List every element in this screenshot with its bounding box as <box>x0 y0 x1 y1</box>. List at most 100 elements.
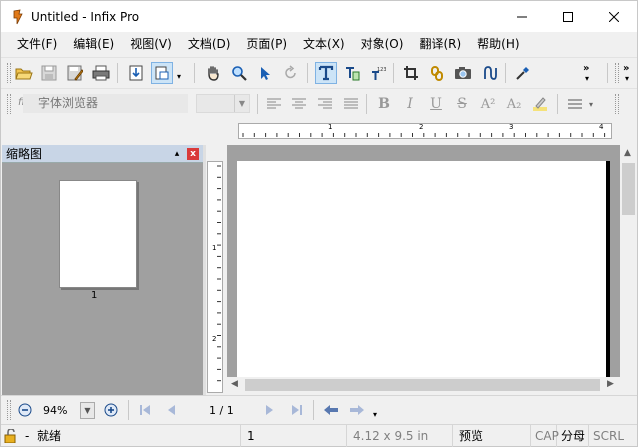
toolbar-chevron-down-icon[interactable]: ▾ <box>585 74 589 83</box>
zoom-tool-button[interactable] <box>228 62 250 84</box>
vertical-ruler[interactable]: 1 2 <box>207 161 223 393</box>
line-spacing-button[interactable] <box>564 93 586 115</box>
align-left-button[interactable] <box>263 93 285 115</box>
chevron-down-icon[interactable]: ▾ <box>589 100 593 109</box>
justify-button[interactable] <box>340 93 362 115</box>
minimize-button[interactable] <box>499 1 545 32</box>
first-page-button[interactable] <box>134 399 156 421</box>
link-button[interactable] <box>426 62 448 84</box>
menu-help[interactable]: 帮助(H) <box>469 32 527 57</box>
zoom-dropdown[interactable]: ▼ <box>80 402 95 419</box>
menu-edit[interactable]: 编辑(E) <box>65 32 122 57</box>
select-tool-button[interactable] <box>254 62 276 84</box>
menu-text[interactable]: 文本(X) <box>295 32 353 57</box>
superscript-button[interactable]: A² <box>477 93 499 115</box>
vertical-scroll-thumb[interactable] <box>622 163 635 215</box>
arrow-pointer-icon <box>261 67 270 80</box>
toolbar-grip[interactable] <box>7 94 11 114</box>
menu-document[interactable]: 文档(D) <box>180 32 239 57</box>
text-frame-button[interactable] <box>341 62 363 84</box>
previous-page-button[interactable] <box>160 399 182 421</box>
align-right-button[interactable] <box>314 93 336 115</box>
horizontal-scrollbar[interactable]: ◀ ▶ <box>227 377 620 393</box>
toolbar-chevron-down-icon[interactable]: ▾ <box>625 74 629 83</box>
toolbar-overflow-icon[interactable]: » <box>623 63 629 74</box>
underline-button[interactable]: U <box>425 93 447 115</box>
crop-button[interactable] <box>400 62 422 84</box>
close-button[interactable] <box>591 1 637 32</box>
last-page-button[interactable] <box>286 399 308 421</box>
import-button[interactable] <box>125 62 147 84</box>
toolbar-overflow-icon[interactable]: » <box>583 63 589 74</box>
menu-view[interactable]: 视图(V) <box>122 32 180 57</box>
text-tool-button[interactable] <box>315 62 337 84</box>
magnifier-icon <box>232 66 247 81</box>
font-browser-input[interactable]: 字体浏览器 <box>23 94 188 113</box>
justify-icon <box>344 98 358 109</box>
open-button[interactable] <box>13 62 35 84</box>
minimize-icon <box>517 16 527 17</box>
align-center-button[interactable] <box>288 93 310 115</box>
menu-page[interactable]: 页面(P) <box>238 32 295 57</box>
page-thumbnail[interactable] <box>59 180 137 288</box>
menu-file[interactable]: 文件(F) <box>9 32 65 57</box>
page-indicator[interactable]: 1 / 1 <box>209 404 234 417</box>
print-button[interactable] <box>90 62 112 84</box>
panel-splitter[interactable] <box>203 145 206 395</box>
scroll-left-icon[interactable]: ◀ <box>231 379 238 389</box>
font-size-select[interactable]: ▼ <box>196 94 250 113</box>
hand-tool-button[interactable] <box>202 62 224 84</box>
strikethrough-button[interactable]: S <box>451 93 473 115</box>
rotate-icon <box>285 65 296 79</box>
toolbar-grip[interactable] <box>615 63 619 83</box>
chevron-down-icon[interactable]: ▼ <box>234 95 249 112</box>
vertical-scrollbar[interactable]: ▲ ▼ <box>620 145 637 393</box>
zoom-in-icon <box>104 403 118 417</box>
menu-translate[interactable]: 翻译(R) <box>411 32 469 57</box>
document-page[interactable] <box>237 161 610 377</box>
horizontal-scroll-thumb[interactable] <box>245 379 600 391</box>
save-button[interactable] <box>38 62 60 84</box>
save-icon <box>41 65 57 81</box>
save-as-button[interactable] <box>64 62 86 84</box>
horizontal-ruler[interactable]: 1 2 3 4 <box>238 123 612 139</box>
thumbnail-panel-title: 缩略图 <box>6 147 43 161</box>
path-tool-button[interactable] <box>479 62 501 84</box>
zoom-in-button[interactable] <box>100 399 122 421</box>
maximize-button[interactable] <box>545 1 591 32</box>
toolbar-grip[interactable] <box>615 94 619 114</box>
pin-icon[interactable]: ▴ <box>171 148 183 160</box>
scroll-up-icon[interactable]: ▲ <box>624 148 631 158</box>
rotate-button[interactable] <box>280 62 302 84</box>
back-arrow-icon <box>324 405 338 415</box>
italic-button[interactable]: I <box>399 93 421 115</box>
back-button[interactable] <box>320 399 342 421</box>
status-ready: 就绪 <box>37 429 62 443</box>
chevron-down-icon[interactable]: ▾ <box>177 72 181 81</box>
toolbar-grip[interactable] <box>7 400 11 420</box>
menu-object[interactable]: 对象(O) <box>353 32 412 57</box>
highlight-button[interactable] <box>529 93 551 115</box>
format-toolbar: ff 字体浏览器 ▼ B I U S A² A₂ ▾ <box>1 88 637 118</box>
underline-icon: U <box>430 96 442 112</box>
close-panel-icon[interactable]: x <box>187 148 199 160</box>
forward-button[interactable] <box>346 399 368 421</box>
status-separator: - <box>25 429 30 443</box>
subscript-button[interactable]: A₂ <box>503 93 525 115</box>
snapshot-button[interactable] <box>452 62 474 84</box>
text-t-icon <box>318 65 334 81</box>
status-mode: 预览 <box>455 425 531 447</box>
path-curve-icon <box>484 66 497 80</box>
next-page-button[interactable] <box>259 399 281 421</box>
align-center-icon <box>292 98 306 109</box>
zoom-level[interactable]: 94% <box>43 404 67 417</box>
scroll-right-icon[interactable]: ▶ <box>607 379 614 389</box>
zoom-out-button[interactable] <box>14 399 36 421</box>
chevron-down-icon[interactable]: ▾ <box>373 410 377 419</box>
toolbar-grip[interactable] <box>7 63 11 83</box>
page-layout-button[interactable] <box>151 62 173 84</box>
bold-button[interactable]: B <box>373 93 395 115</box>
text-numbering-button[interactable]: 123 <box>367 62 389 84</box>
document-canvas[interactable] <box>227 145 620 377</box>
eyedropper-button[interactable] <box>512 62 534 84</box>
